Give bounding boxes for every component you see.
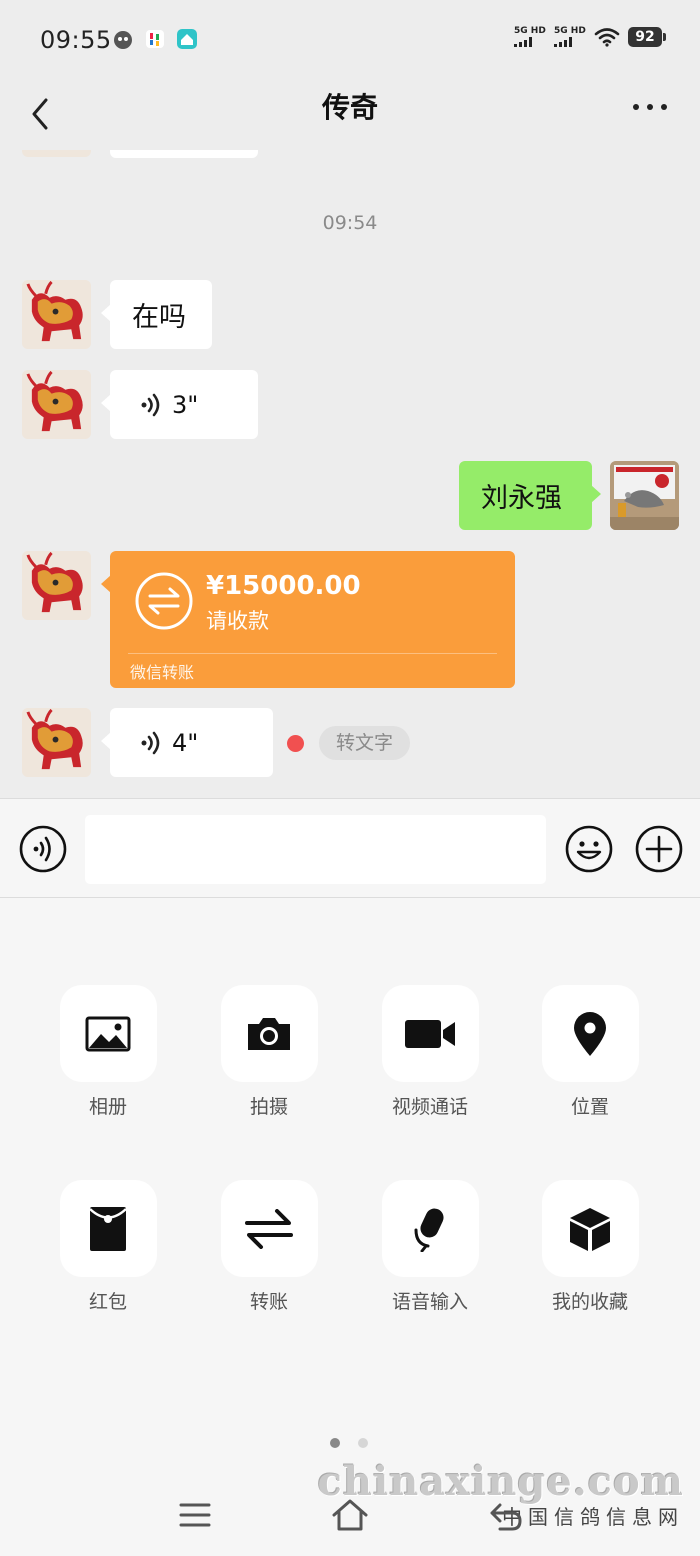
tool-label: 转账 [249,1291,288,1313]
favorites-icon [570,1207,610,1251]
tool-red-packet[interactable]: 红包 [48,1180,168,1314]
page-indicator [330,1438,368,1448]
chat-header: 传奇 [0,78,700,150]
avatar[interactable] [22,280,91,349]
voice-wave-icon [141,731,160,754]
menu-icon[interactable] [175,1495,215,1535]
camera-icon [248,1017,290,1050]
app-notification-icon [177,29,197,49]
more-icon[interactable] [630,92,670,122]
signal-bars-icon [514,37,546,47]
tool-label: 红包 [88,1291,127,1313]
tool-label: 我的收藏 [551,1291,628,1313]
transfer-card[interactable]: ¥15000.00 请收款 微信转账 [101,551,515,688]
tool-camera[interactable]: 拍摄 [209,985,329,1119]
signal-1: 5G HD [514,26,546,47]
avatar[interactable] [22,150,91,157]
page-dot[interactable] [358,1438,368,1448]
app-notification-icon [146,30,164,48]
battery-indicator: 92 [628,26,666,47]
transfer-icon [135,572,193,630]
wifi-icon [594,27,620,47]
divider [128,653,497,654]
red-packet-icon [89,1206,127,1251]
system-indicators: 5G HD 5G HD 92 [514,26,666,47]
transfer-footer: 微信转账 [130,663,195,682]
tool-voice-input[interactable]: 语音输入 [370,1180,490,1314]
message-bubble[interactable] [110,150,258,158]
page-dot-active [330,1438,340,1448]
app-notification-icon [114,31,132,49]
page-title: 传奇 [321,91,378,124]
voice-duration: 4" [172,728,199,757]
transfer-amount: ¥15000.00 [206,571,361,601]
status-time: 09:55 [40,26,112,54]
voice-message[interactable]: 3" [101,370,258,439]
message-list[interactable]: 09:54 在吗 3" 刘永强 ¥15000.00 请收款 微信转账 4" 转文… [0,150,700,798]
convert-to-text-button[interactable]: 转文字 [319,726,410,760]
notification-icons [112,28,198,50]
video-call-icon [405,1019,455,1048]
tool-transfer[interactable]: 转账 [209,1180,329,1314]
back-nav-icon[interactable] [486,1495,526,1535]
message-text: 在吗 [132,302,186,333]
tool-label: 视频通话 [391,1096,468,1118]
signal-2: 5G HD [554,26,586,47]
voice-wave-icon [141,393,160,416]
voice-mode-icon[interactable] [19,825,67,873]
tool-label: 拍摄 [249,1096,288,1118]
voice-message[interactable]: 4" [101,708,273,777]
status-bar: 09:55 5G HD 5G HD 92 [0,0,700,78]
location-icon [574,1011,606,1056]
home-icon[interactable] [330,1495,370,1535]
tool-album[interactable]: 相册 [48,985,168,1119]
microphone-icon [414,1208,444,1252]
plus-icon[interactable] [635,825,683,873]
more-panel: 相册 拍摄 视频通话 位置 红包 转账 语音输入 我的收藏 chinaxinge… [0,898,700,1556]
input-bar [0,798,700,898]
tool-favorites[interactable]: 我的收藏 [530,1180,650,1314]
signal-bars-icon [554,37,586,47]
unread-dot [287,735,304,752]
emoji-icon[interactable] [565,825,613,873]
avatar[interactable] [22,551,91,620]
avatar[interactable] [22,708,91,777]
tool-location[interactable]: 位置 [530,985,650,1119]
message-timestamp: 09:54 [322,212,378,234]
message-bubble[interactable]: 在吗 [101,280,212,349]
transfer-icon [245,1208,293,1249]
system-nav-bar [0,1483,700,1556]
voice-duration: 3" [172,390,199,419]
tool-video-call[interactable]: 视频通话 [370,985,490,1119]
tool-label: 位置 [570,1096,609,1118]
transfer-note: 请收款 [206,609,269,633]
avatar[interactable] [610,461,679,530]
photo-album-icon [85,1016,131,1051]
message-text: 刘永强 [481,483,562,514]
avatar[interactable] [22,370,91,439]
tool-label: 相册 [88,1096,127,1118]
message-input[interactable] [85,815,546,884]
message-bubble[interactable]: 刘永强 [459,461,601,530]
tool-label: 语音输入 [391,1291,468,1313]
